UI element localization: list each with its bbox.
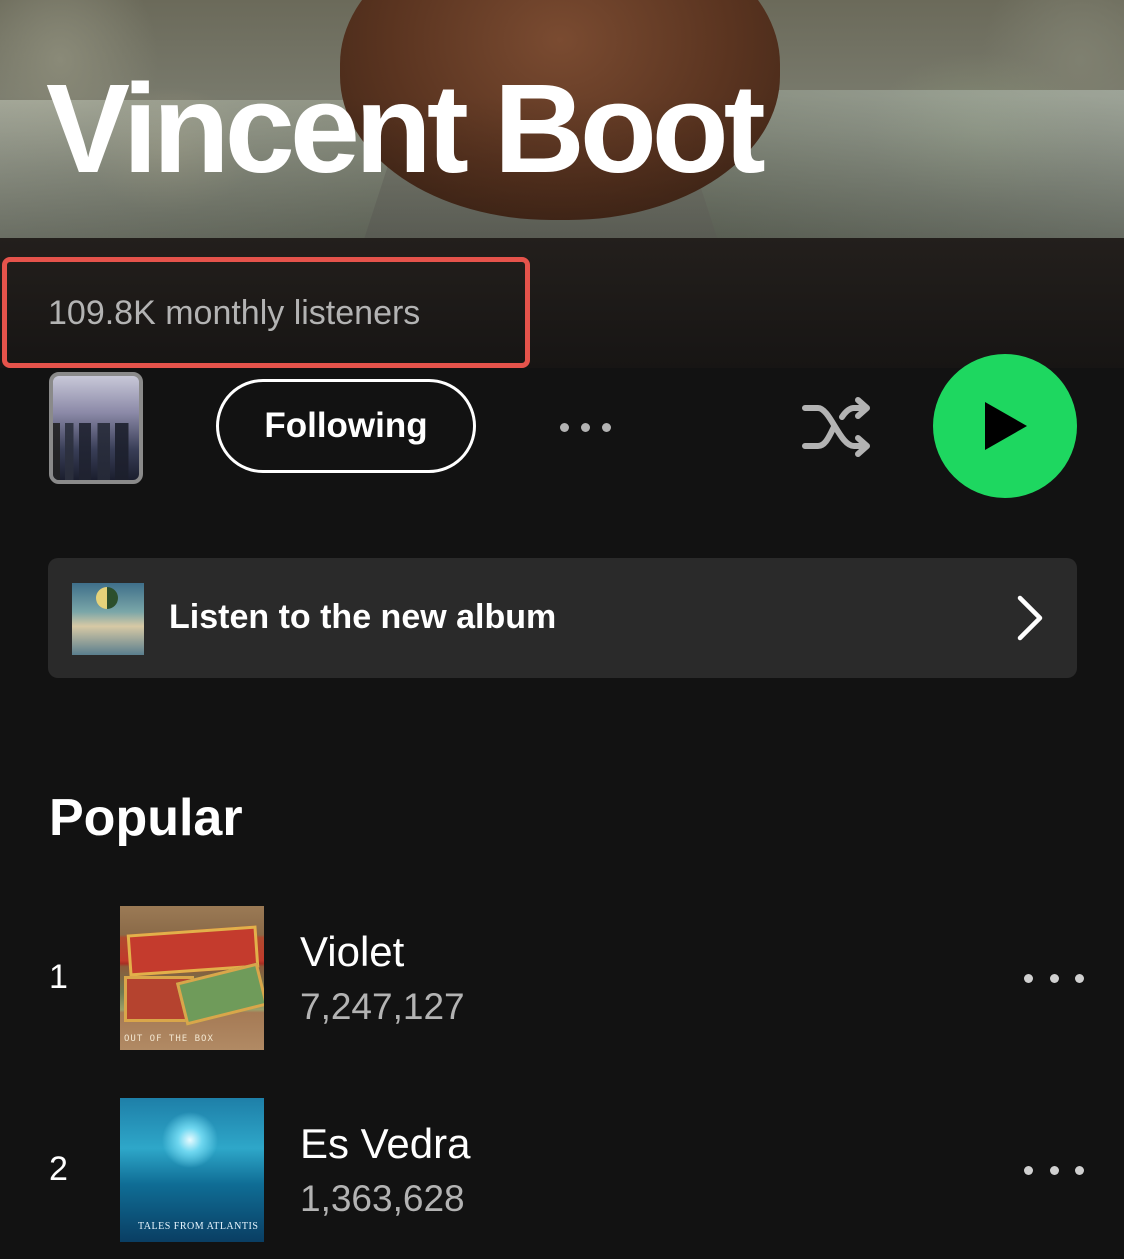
new-album-label: Listen to the new album <box>169 598 557 636</box>
artist-pick-thumbnail[interactable] <box>49 372 143 484</box>
ellipsis-icon <box>1024 973 1033 983</box>
ellipsis-icon-dot <box>580 422 590 432</box>
ellipsis-icon-dot <box>1075 1165 1084 1175</box>
popular-section-title: Popular <box>49 789 243 847</box>
chevron-right-icon <box>1017 595 1043 641</box>
track-rank: 1 <box>49 958 68 996</box>
track-play-count: 7,247,127 <box>300 986 465 1027</box>
ellipsis-icon-dot <box>1075 973 1084 983</box>
track-more-button[interactable] <box>1024 1160 1084 1180</box>
new-album-cover <box>72 583 144 655</box>
track-more-button[interactable] <box>1024 968 1084 988</box>
track-rank: 2 <box>49 1150 68 1188</box>
ellipsis-icon <box>559 422 569 432</box>
album-cover-symbol <box>96 587 118 609</box>
more-options-button[interactable] <box>550 410 620 444</box>
following-button[interactable]: Following <box>216 379 476 473</box>
shuffle-icon <box>802 397 870 457</box>
ellipsis-icon <box>1024 1165 1033 1175</box>
play-button[interactable] <box>933 354 1077 498</box>
ellipsis-icon-dot <box>1049 1165 1059 1175</box>
track-row[interactable]: 1 OUT OF THE BOX Violet 7,247,127 <box>0 906 1124 1052</box>
cover-caption: OUT OF THE BOX <box>124 1034 214 1044</box>
ellipsis-icon-dot <box>1049 973 1059 983</box>
track-row[interactable]: 2 TALES FROM ATLANTIS Es Vedra 1,363,628 <box>0 1098 1124 1244</box>
shuffle-button[interactable] <box>800 394 876 460</box>
artist-header-image: Vincent Boot <box>0 0 1124 238</box>
play-icon <box>985 402 1027 450</box>
monthly-listeners: 109.8K monthly listeners <box>48 294 421 332</box>
track-play-count: 1,363,628 <box>300 1178 465 1219</box>
track-title: Violet <box>300 928 405 975</box>
track-cover-art: OUT OF THE BOX <box>120 906 264 1050</box>
artist-name: Vincent Boot <box>46 58 766 199</box>
track-title: Es Vedra <box>300 1120 471 1167</box>
artist-page: Vincent Boot 109.8K monthly listeners Fo… <box>0 0 1124 1259</box>
cover-caption: TALES FROM ATLANTIS <box>138 1221 259 1232</box>
track-cover-art: TALES FROM ATLANTIS <box>120 1098 264 1242</box>
new-album-banner[interactable]: Listen to the new album <box>48 558 1077 678</box>
thumbnail-city <box>53 422 139 480</box>
ellipsis-icon-dot <box>601 422 611 432</box>
